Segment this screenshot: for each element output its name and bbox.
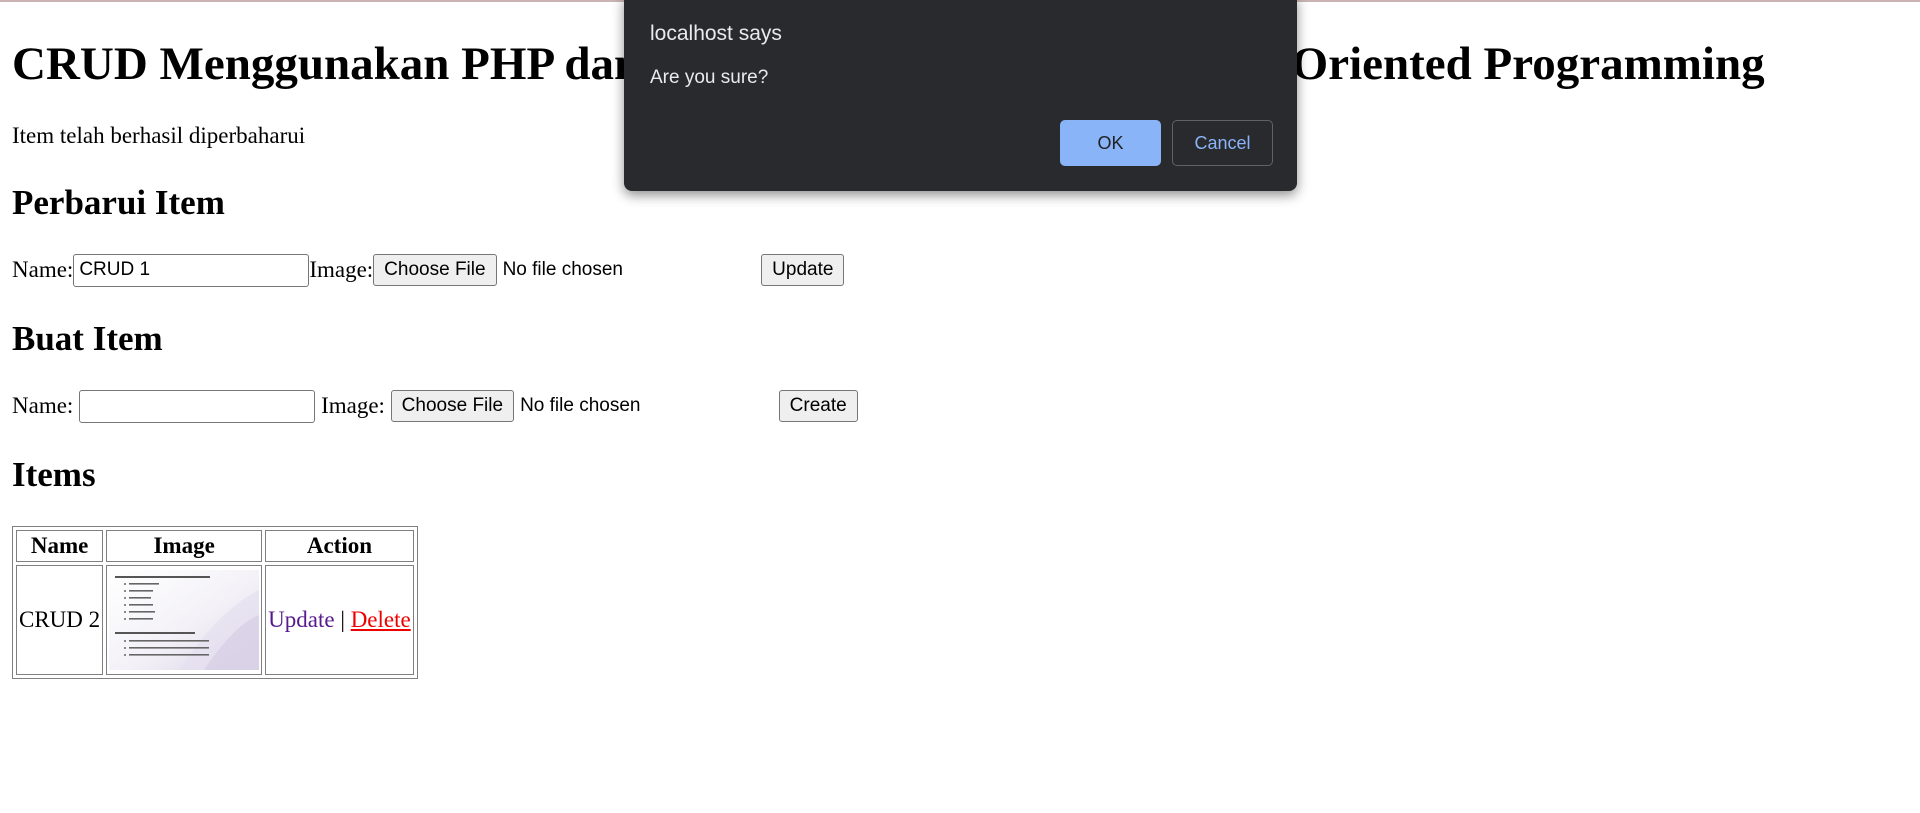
update-submit-button[interactable]: Update (761, 254, 845, 286)
dialog-ok-button[interactable]: OK (1060, 120, 1161, 166)
action-separator: | (340, 607, 345, 632)
update-image-label: Image: (309, 257, 374, 282)
create-form-heading: Buat Item (12, 319, 163, 358)
create-name-label: Name: (12, 393, 80, 418)
create-submit-button[interactable]: Create (778, 390, 858, 422)
confirm-dialog: localhost says Are you sure? OK Cancel (624, 0, 1297, 191)
update-choose-file-button[interactable]: Choose File (373, 254, 497, 286)
update-name-input[interactable] (73, 253, 310, 287)
item-image-cell (106, 565, 263, 675)
items-heading: Items (12, 455, 96, 494)
item-action-cell: Update | Delete (265, 565, 414, 675)
create-name-input[interactable] (79, 389, 316, 423)
create-choose-file-button[interactable]: Choose File (390, 390, 515, 422)
create-file-input: Choose File No file chosen (390, 390, 779, 422)
column-header-image: Image (106, 530, 263, 562)
items-table: Name Image Action CRUD 2 Update | Delete (12, 526, 418, 679)
dialog-title: localhost says (650, 22, 782, 45)
dialog-cancel-button[interactable]: Cancel (1172, 120, 1273, 166)
update-form-heading: Perbarui Item (12, 183, 225, 222)
update-file-input: Choose File No file chosen (373, 254, 761, 286)
dialog-message: Are you sure? (650, 67, 769, 88)
document-thumbnail-icon (109, 570, 260, 670)
table-header-row: Name Image Action (16, 530, 414, 562)
create-form: Name: Image: Choose File No file chosen … (12, 389, 858, 423)
create-no-file-text: No file chosen (520, 395, 641, 416)
item-name-cell: CRUD 2 (16, 565, 104, 675)
table-row: CRUD 2 Update | Delete (16, 565, 414, 675)
create-image-label: Image: (321, 393, 391, 418)
update-form: Name: Image: Choose File No file chosen … (12, 253, 845, 287)
column-header-action: Action (265, 530, 414, 562)
status-message: Item telah berhasil diperbaharui (12, 123, 306, 148)
item-delete-link[interactable]: Delete (351, 607, 411, 632)
update-no-file-text: No file chosen (502, 259, 623, 280)
column-header-name: Name (16, 530, 104, 562)
update-name-label: Name: (12, 257, 74, 282)
item-update-link[interactable]: Update (268, 607, 334, 632)
